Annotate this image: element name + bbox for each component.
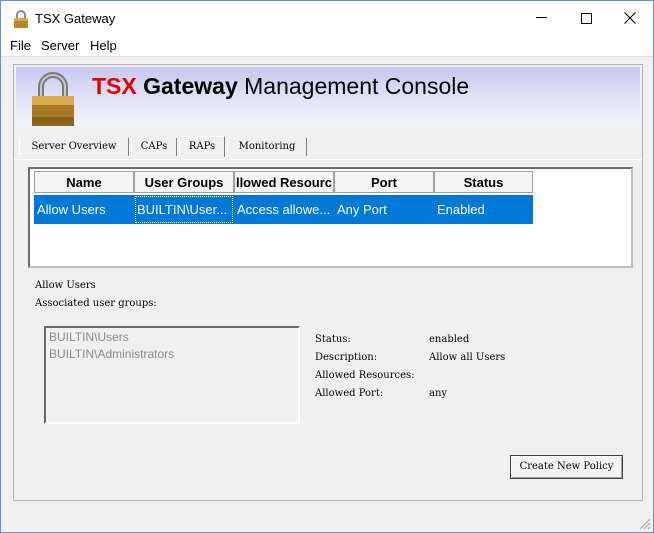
menu-file[interactable]: File bbox=[10, 38, 31, 53]
associated-groups-label: Associated user groups: bbox=[35, 298, 157, 309]
cell-port[interactable]: Any Port bbox=[334, 195, 434, 224]
tab-server-overview[interactable]: Server Overview bbox=[19, 138, 129, 156]
policy-grid[interactable]: Name User Groups llowed Resourc Port Sta… bbox=[28, 167, 633, 268]
column-header-name[interactable]: Name bbox=[34, 171, 134, 193]
tab-monitoring[interactable]: Monitoring bbox=[227, 138, 307, 156]
description-value: Allow all Users bbox=[429, 352, 506, 363]
menu-bar: File Server Help bbox=[1, 35, 653, 57]
column-header-allowed-resources[interactable]: llowed Resourc bbox=[234, 171, 334, 193]
column-header-port[interactable]: Port bbox=[334, 171, 434, 193]
allowed-port-value: any bbox=[429, 388, 448, 399]
status-label: Status: bbox=[315, 334, 351, 345]
menu-help[interactable]: Help bbox=[90, 38, 117, 53]
column-header-user-groups[interactable]: User Groups bbox=[134, 171, 234, 193]
description-label: Description: bbox=[315, 352, 378, 363]
brand-title: TSX Gateway Management Console bbox=[92, 73, 469, 100]
cell-user-groups[interactable]: BUILTIN\User... bbox=[134, 195, 234, 224]
brand-tsx: TSX bbox=[92, 73, 137, 99]
title-bar: TSX Gateway bbox=[1, 1, 653, 35]
maximize-button[interactable] bbox=[563, 1, 609, 35]
allowed-resources-label: Allowed Resources: bbox=[315, 370, 415, 381]
padlock-logo-icon bbox=[30, 71, 76, 132]
window-title: TSX Gateway bbox=[35, 11, 116, 26]
column-header-status[interactable]: Status bbox=[434, 171, 533, 193]
app-window: TSX Gateway File Server Help TSX Gateway… bbox=[0, 0, 654, 533]
banner: TSX Gateway Management Console bbox=[16, 67, 640, 127]
status-value: enabled bbox=[429, 334, 470, 345]
user-groups-list[interactable]: BUILTIN\Users BUILTIN\Administrators bbox=[44, 326, 300, 424]
close-icon bbox=[624, 12, 636, 24]
padlock-icon bbox=[13, 10, 29, 28]
create-new-policy-button[interactable]: Create New Policy bbox=[510, 455, 623, 479]
cell-status[interactable]: Enabled bbox=[434, 195, 533, 224]
raps-tab-panel: Name User Groups llowed Resourc Port Sta… bbox=[14, 159, 642, 500]
maximize-icon bbox=[580, 12, 592, 24]
close-button[interactable] bbox=[607, 1, 653, 35]
tab-raps[interactable]: RAPs bbox=[179, 136, 225, 157]
menu-server[interactable]: Server bbox=[41, 38, 79, 53]
allowed-port-label: Allowed Port: bbox=[315, 388, 384, 399]
resize-grip-icon[interactable] bbox=[637, 516, 651, 530]
cell-allowed-resources[interactable]: Access allowe... bbox=[234, 195, 334, 224]
tab-caps[interactable]: CAPs bbox=[131, 138, 177, 156]
table-row[interactable]: Allow Users BUILTIN\User... Access allow… bbox=[34, 195, 533, 224]
console-panel: TSX Gateway Management Console Server Ov… bbox=[13, 64, 643, 501]
list-item[interactable]: BUILTIN\Users bbox=[49, 330, 129, 344]
policy-name-label: Allow Users bbox=[35, 280, 96, 291]
list-item[interactable]: BUILTIN\Administrators bbox=[49, 347, 174, 361]
brand-gateway: Gateway bbox=[143, 73, 238, 99]
minimize-button[interactable] bbox=[518, 1, 564, 35]
brand-subtitle: Management Console bbox=[244, 73, 470, 99]
cell-name[interactable]: Allow Users bbox=[34, 195, 134, 224]
minimize-icon bbox=[535, 17, 547, 18]
